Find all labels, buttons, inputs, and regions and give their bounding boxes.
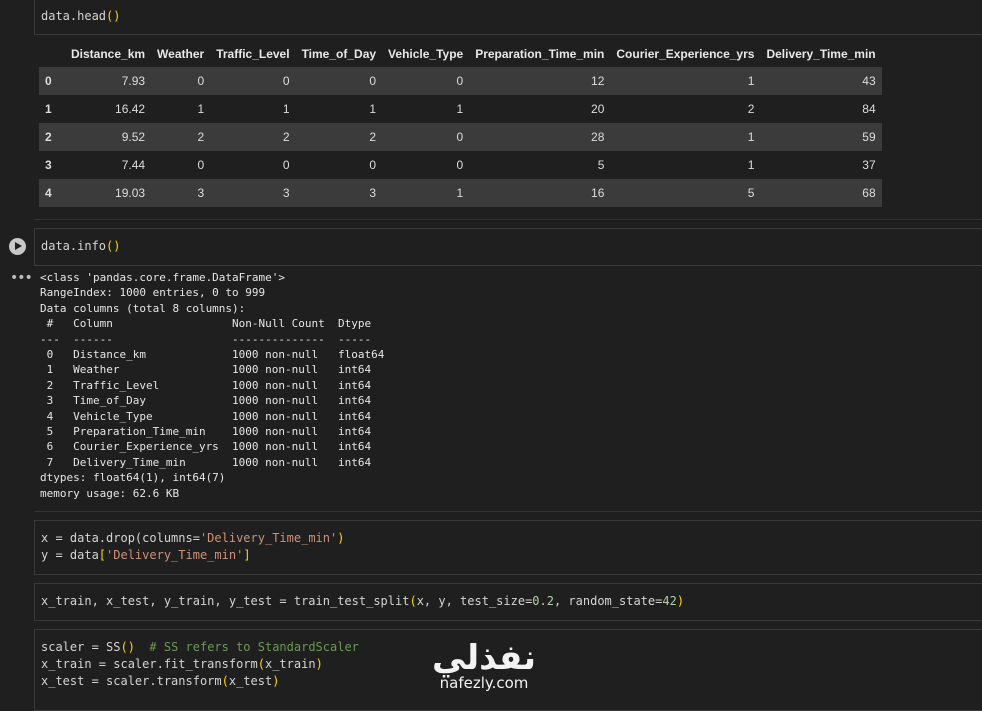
table-cell: 3 bbox=[151, 179, 211, 207]
table-cell: 16 bbox=[469, 179, 611, 207]
row-index: 3 bbox=[39, 151, 65, 179]
table-cell: 59 bbox=[760, 123, 882, 151]
table-cell: 3 bbox=[210, 179, 296, 207]
column-header: Distance_km bbox=[71, 47, 146, 61]
table-header-row: Distance_km Weather Traffic_Level Time_of_D… bbox=[39, 41, 882, 67]
output-head: Distance_km Weather Traffic_Level Time_of_D… bbox=[0, 34, 982, 219]
table-cell: 0 bbox=[151, 67, 211, 95]
table-cell: 2 bbox=[151, 123, 211, 151]
table-cell: 1 bbox=[610, 151, 761, 179]
row-index: 1 bbox=[39, 95, 65, 123]
table-row: 3 7.44 0 0 0 0 5 1 37 bbox=[39, 151, 882, 179]
table-cell: 1 bbox=[151, 95, 211, 123]
table-cell: 0 bbox=[382, 123, 470, 151]
row-index: 0 bbox=[39, 67, 65, 95]
watermark-logo: نفذلي nafezly.com bbox=[432, 640, 536, 692]
table-cell: 43 bbox=[760, 67, 882, 95]
watermark-arabic: نفذلي bbox=[432, 638, 537, 678]
output-menu-icon[interactable]: ••• bbox=[10, 270, 33, 286]
table-cell: 37 bbox=[760, 151, 882, 179]
table-cell: 19.03 bbox=[65, 179, 152, 207]
info-output: <class 'pandas.core.frame.DataFrame'> Ra… bbox=[40, 271, 385, 500]
table-cell: 2 bbox=[295, 123, 383, 151]
table-cell: 5 bbox=[610, 179, 761, 207]
column-header: Delivery_Time_min bbox=[766, 47, 876, 61]
column-header: Weather bbox=[157, 47, 205, 61]
watermark-url: nafezly.com bbox=[439, 674, 529, 692]
table-cell: 0 bbox=[210, 151, 296, 179]
table-row: 0 7.93 0 0 0 0 12 1 43 bbox=[39, 67, 882, 95]
code-editor-head[interactable]: data.head() bbox=[34, 0, 982, 35]
table-cell: 68 bbox=[760, 179, 882, 207]
table-row: 4 19.03 3 3 3 1 16 5 68 bbox=[39, 179, 882, 207]
row-index: 4 bbox=[39, 179, 65, 207]
table-cell: 1 bbox=[610, 123, 761, 151]
table-cell: 7.93 bbox=[65, 67, 152, 95]
table-cell: 84 bbox=[760, 95, 882, 123]
dataframe-table: Distance_km Weather Traffic_Level Time_of_D… bbox=[39, 41, 882, 207]
column-header: Vehicle_Type bbox=[388, 47, 464, 61]
table-cell: 5 bbox=[469, 151, 611, 179]
code-editor-drop[interactable]: x = data.drop(columns='Delivery_Time_min… bbox=[34, 520, 982, 575]
row-index: 2 bbox=[39, 123, 65, 151]
table-row: 1 16.42 1 1 1 1 20 2 84 bbox=[39, 95, 882, 123]
column-header: Courier_Experience_yrs bbox=[616, 47, 755, 61]
code-editor-info[interactable]: data.info() bbox=[34, 228, 982, 266]
table-cell: 0 bbox=[151, 151, 211, 179]
code-text: data.head bbox=[41, 9, 107, 23]
cell-head: data.head() Distance_km Weather Traffic_Le… bbox=[0, 0, 982, 220]
table-cell: 1 bbox=[610, 67, 761, 95]
table-cell: 2 bbox=[610, 95, 761, 123]
table-cell: 1 bbox=[295, 95, 383, 123]
table-cell: 0 bbox=[382, 67, 470, 95]
column-header: Preparation_Time_min bbox=[475, 47, 605, 61]
table-cell: 7.44 bbox=[65, 151, 152, 179]
table-cell: 1 bbox=[210, 95, 296, 123]
column-header: Time_of_Day bbox=[301, 47, 377, 61]
table-cell: 1 bbox=[382, 179, 470, 207]
table-cell: 0 bbox=[382, 151, 470, 179]
table-cell: 28 bbox=[469, 123, 611, 151]
run-cell-button[interactable] bbox=[9, 238, 26, 255]
table-cell: 12 bbox=[469, 67, 611, 95]
table-cell: 0 bbox=[295, 67, 383, 95]
table-cell: 9.52 bbox=[65, 123, 152, 151]
table-row: 2 9.52 2 2 2 0 28 1 59 bbox=[39, 123, 882, 151]
table-cell: 20 bbox=[469, 95, 611, 123]
table-cell: 0 bbox=[295, 151, 383, 179]
table-cell: 16.42 bbox=[65, 95, 152, 123]
table-cell: 1 bbox=[382, 95, 470, 123]
table-cell: 3 bbox=[295, 179, 383, 207]
table-cell: 0 bbox=[210, 67, 296, 95]
column-header: Traffic_Level bbox=[216, 47, 290, 61]
code-editor-split[interactable]: x_train, x_test, y_train, y_test = train… bbox=[34, 583, 982, 621]
table-cell: 2 bbox=[210, 123, 296, 151]
